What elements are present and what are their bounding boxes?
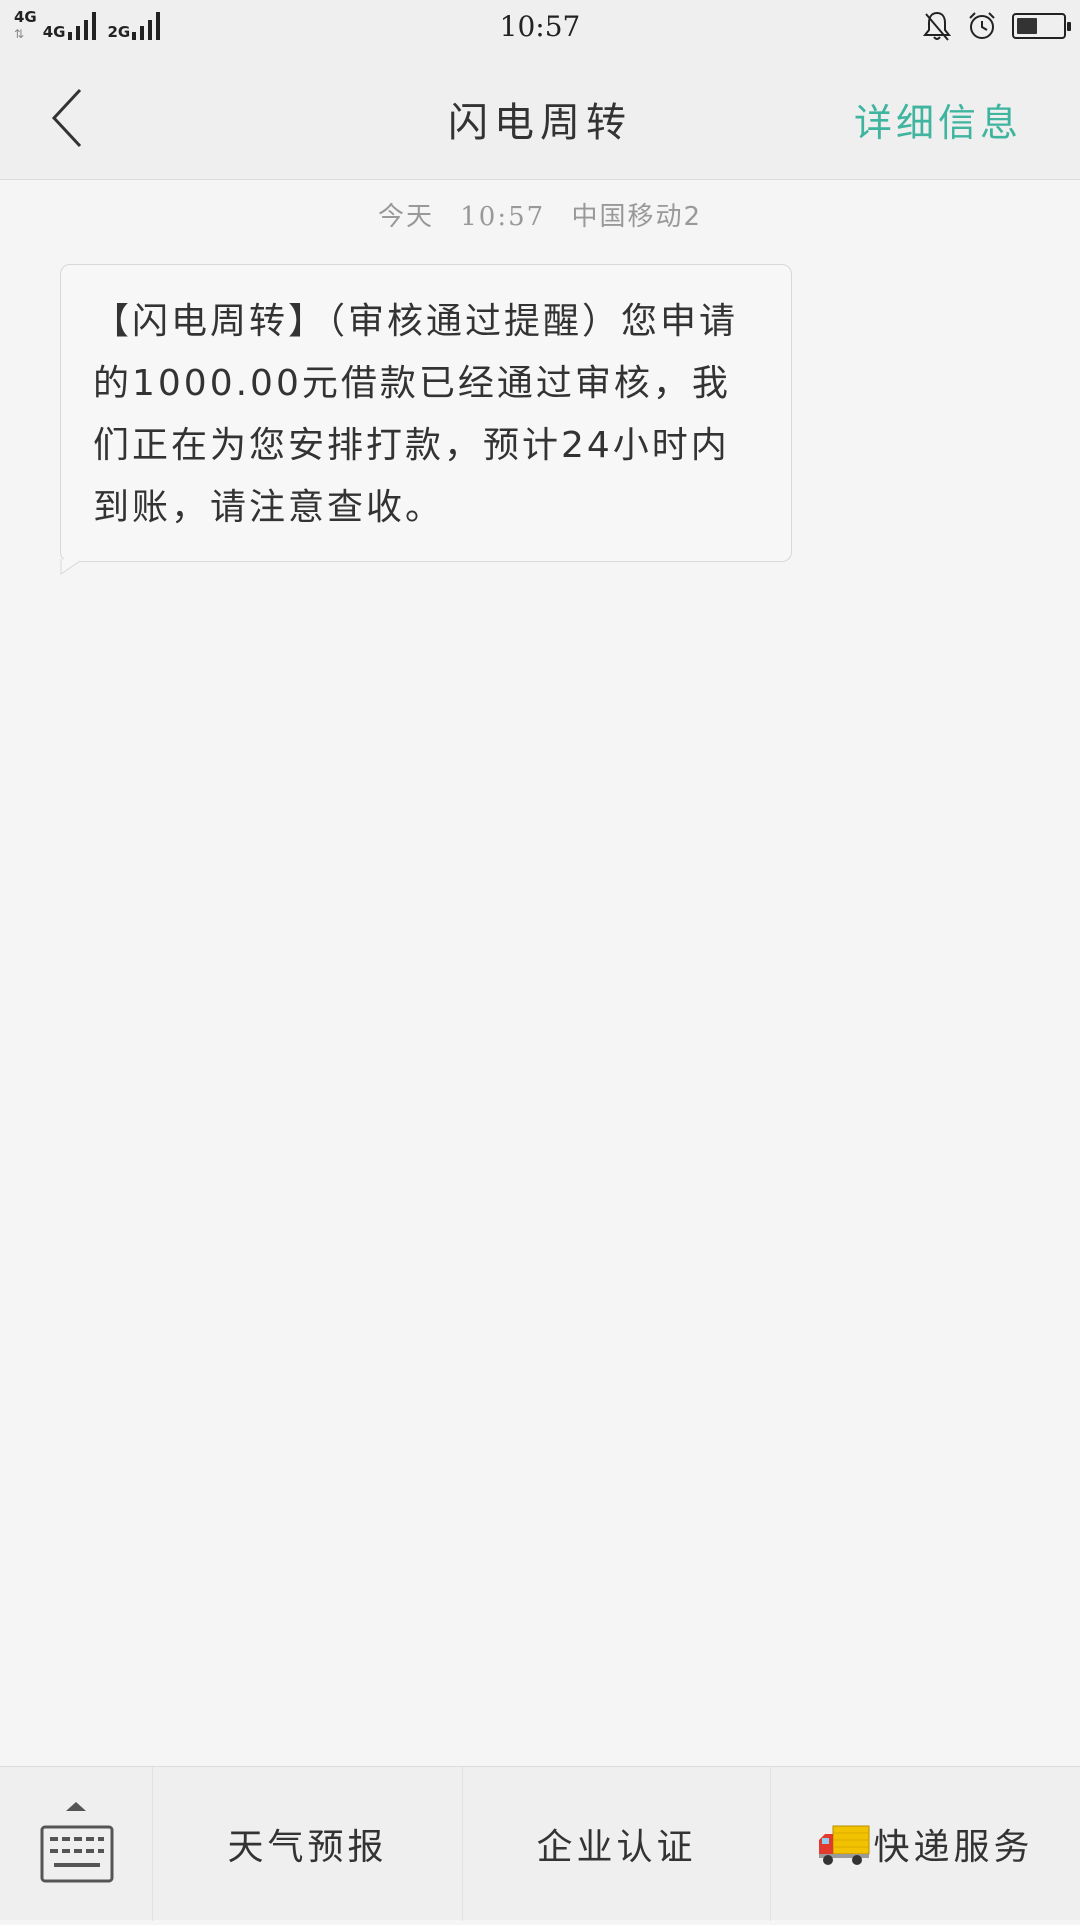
message-meta: 今天 10:57 中国移动2 bbox=[0, 196, 1080, 233]
keyboard-icon bbox=[40, 1802, 114, 1883]
status-icons bbox=[922, 10, 1071, 42]
menu-express-delivery[interactable]: 快递服务 bbox=[770, 1767, 1080, 1921]
menu-weather-forecast[interactable]: 天气预报 bbox=[152, 1767, 462, 1921]
message-day: 今天 bbox=[377, 202, 434, 232]
conversation-header: 闪电周转 详细信息 bbox=[0, 56, 1080, 180]
bell-off-icon bbox=[922, 11, 952, 41]
battery-level bbox=[1017, 18, 1037, 34]
bubble-tail bbox=[60, 559, 81, 575]
status-bar: 4G ⇅ 4G 2G 10:57 bbox=[0, 0, 1080, 56]
bottom-menu-bar: 天气预报 企业认证 快递服务 bbox=[0, 1766, 1080, 1921]
message-bubble[interactable]: 【闪电周转】（审核通过提醒）您申请的1000.00元借款已经通过审核，我们正在为… bbox=[60, 264, 792, 575]
delivery-truck-icon bbox=[819, 1825, 870, 1865]
alarm-icon bbox=[969, 12, 995, 39]
message-text: 【闪电周转】（审核通过提醒）您申请的1000.00元借款已经通过审核，我们正在为… bbox=[93, 301, 739, 528]
menu-item-label: 快递服务 bbox=[873, 1827, 1034, 1868]
menu-enterprise-verification[interactable]: 企业认证 bbox=[462, 1767, 770, 1921]
keyboard-toggle-button[interactable] bbox=[0, 1767, 152, 1921]
details-button[interactable]: 详细信息 bbox=[854, 92, 1022, 147]
message-carrier: 中国移动2 bbox=[571, 202, 703, 232]
message-time: 10:57 bbox=[460, 202, 546, 232]
status-time: 10:57 bbox=[499, 10, 581, 43]
battery-icon bbox=[1012, 13, 1071, 39]
